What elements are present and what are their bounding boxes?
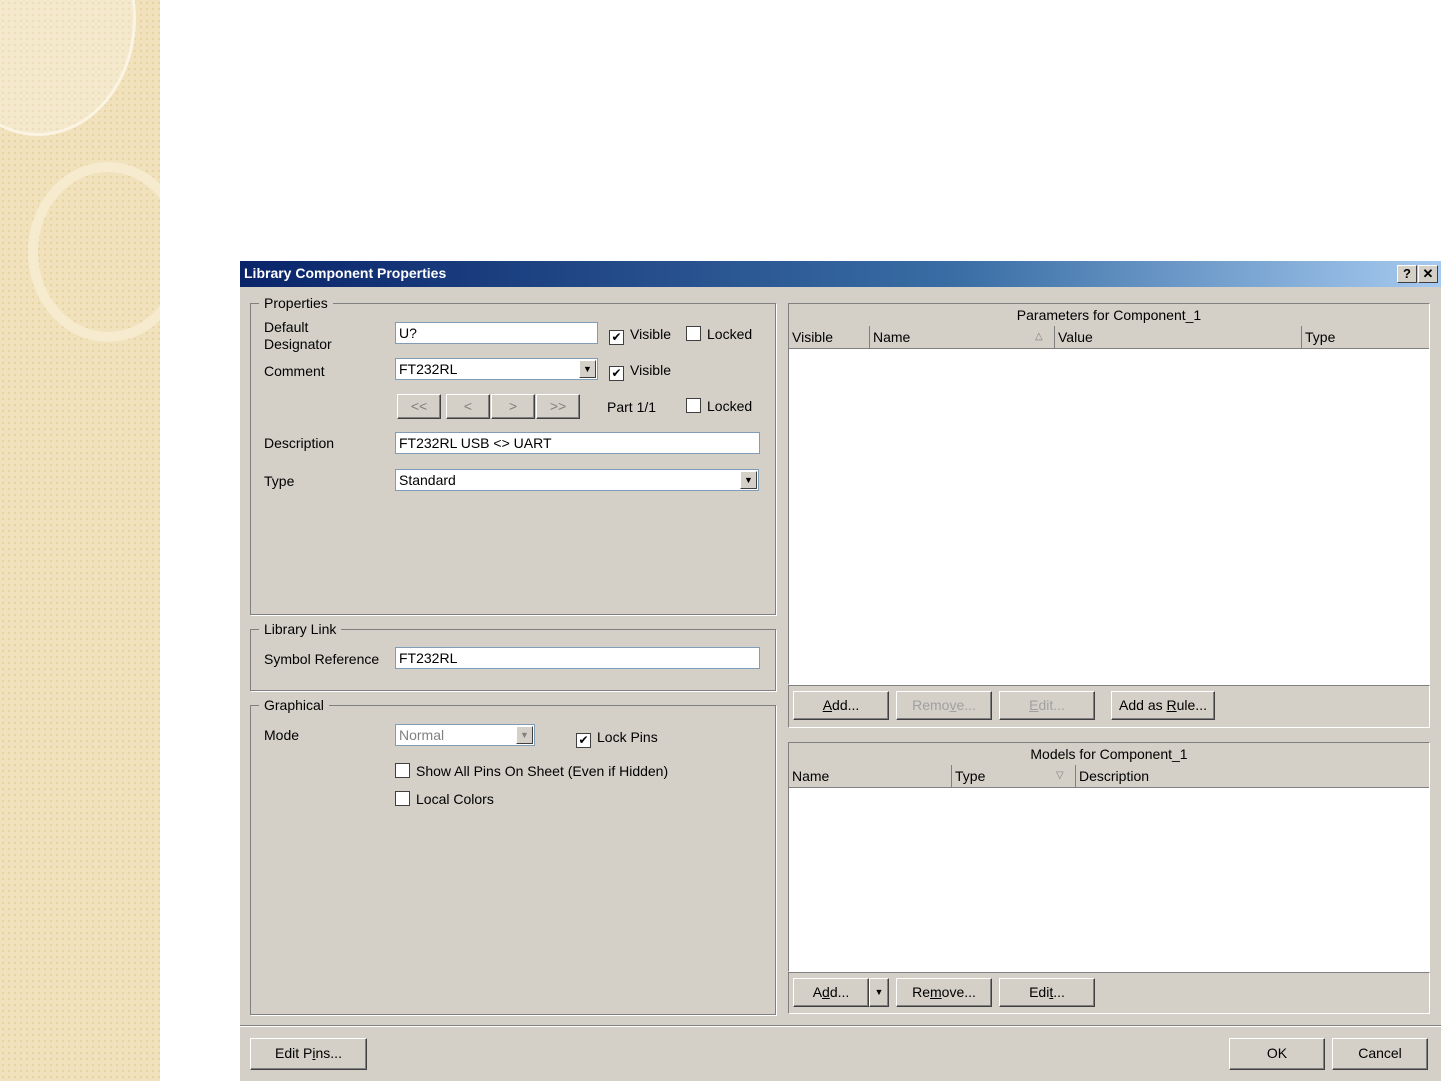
designator-locked-checkbox[interactable]: Locked [686,325,752,343]
models-edit-button[interactable]: Edit... [999,978,1095,1007]
comment-combo[interactable]: FT232RL ▼ [395,358,598,380]
library-component-properties-dialog: Library Component Properties ? ✕ Propert… [240,261,1441,1081]
library-link-legend: Library Link [264,621,337,637]
default-designator-input[interactable]: U? [395,322,598,344]
add-as-rule-button[interactable]: Add as Rule... [1111,691,1215,720]
checkbox-empty-icon [686,398,701,413]
models-add-dropdown-button[interactable]: ▼ [869,978,889,1007]
type-value: Standard [399,472,456,488]
default-designator-label: Default Designator [264,319,332,352]
check-icon: ✔ [609,366,624,381]
checkbox-empty-icon [395,763,410,778]
decorative-circle-large [0,0,136,136]
type-combo[interactable]: Standard ▼ [395,469,759,491]
models-header: Name Type ▽ Description [789,765,1429,788]
dropdown-arrow-icon[interactable]: ▼ [516,726,533,744]
graphical-legend: Graphical [264,697,324,713]
edit-pins-button[interactable]: Edit Pins... [250,1038,367,1070]
symbol-reference-input[interactable]: FT232RL [395,647,760,669]
column-header-visible[interactable]: Visible [789,326,870,348]
dropdown-arrow-icon[interactable]: ▼ [579,360,596,378]
models-button-bar: Add... ▼ Remove... Edit... [788,972,1430,1014]
models-grid[interactable]: Models for Component_1 Name Type ▽ Descr… [788,742,1430,972]
lock-pins-checkbox[interactable]: ✔ Lock Pins [576,728,658,748]
part-first-button[interactable]: << [397,394,441,419]
parameters-add-button[interactable]: Add... [793,691,889,720]
parameters-header: Visible Name △ Value Type [789,326,1429,349]
models-caption: Models for Component_1 [789,743,1429,766]
dropdown-arrow-icon: ▼ [874,987,884,997]
column-header-value[interactable]: Value [1055,326,1302,348]
dropdown-arrow-icon[interactable]: ▼ [740,471,757,489]
column-header-name[interactable]: Name [870,326,1055,348]
comment-visible-checkbox[interactable]: ✔ Visible [609,361,671,381]
dialog-title: Library Component Properties [244,265,447,281]
description-label: Description [264,435,335,451]
properties-legend: Properties [264,295,328,311]
description-input[interactable]: FT232RL USB <> UART [395,432,760,454]
part-prev-button[interactable]: < [446,394,490,419]
part-label: Part 1/1 [607,399,657,415]
parameters-caption: Parameters for Component_1 [789,304,1429,327]
cancel-button[interactable]: Cancel [1332,1038,1428,1070]
parameters-grid[interactable]: Parameters for Component_1 Visible Name … [788,303,1430,685]
check-icon: ✔ [609,330,624,345]
title-bar: Library Component Properties ? ✕ [240,261,1441,287]
footer-separator [240,1025,1441,1027]
close-button[interactable]: ✕ [1418,265,1438,283]
mode-combo[interactable]: Normal ▼ [395,724,535,746]
symbol-reference-label: Symbol Reference [264,651,380,667]
show-all-pins-checkbox[interactable]: Show All Pins On Sheet (Even if Hidden) [395,762,668,780]
comment-value: FT232RL [399,361,458,377]
comment-label: Comment [264,363,325,379]
part-next-button[interactable]: > [491,394,535,419]
type-label: Type [264,473,295,489]
background-decoration [0,0,160,1081]
check-icon: ✔ [576,733,591,748]
part-locked-checkbox[interactable]: Locked [686,397,752,415]
ok-button[interactable]: OK [1229,1038,1325,1070]
parameters-edit-button[interactable]: Edit... [999,691,1095,720]
help-button[interactable]: ? [1397,265,1417,283]
part-last-button[interactable]: >> [536,394,580,419]
designator-visible-checkbox[interactable]: ✔ Visible [609,325,671,345]
column-header-description[interactable]: Description [1076,765,1430,787]
parameters-button-bar: Add... Remove... Edit... Add as Rule... [788,685,1430,728]
checkbox-empty-icon [686,326,701,341]
mode-label: Mode [264,727,300,743]
mode-value: Normal [399,727,445,743]
models-add-button[interactable]: Add... [793,978,869,1007]
local-colors-checkbox[interactable]: Local Colors [395,790,494,808]
sort-descending-icon: ▽ [1056,770,1064,781]
column-header-name[interactable]: Name [789,765,952,787]
sort-ascending-icon: △ [1035,331,1043,342]
column-header-type[interactable]: Type [1302,326,1430,348]
decorative-circle-small [28,162,160,342]
parameters-remove-button[interactable]: Remove... [896,691,992,720]
models-remove-button[interactable]: Remove... [896,978,992,1007]
checkbox-empty-icon [395,791,410,806]
